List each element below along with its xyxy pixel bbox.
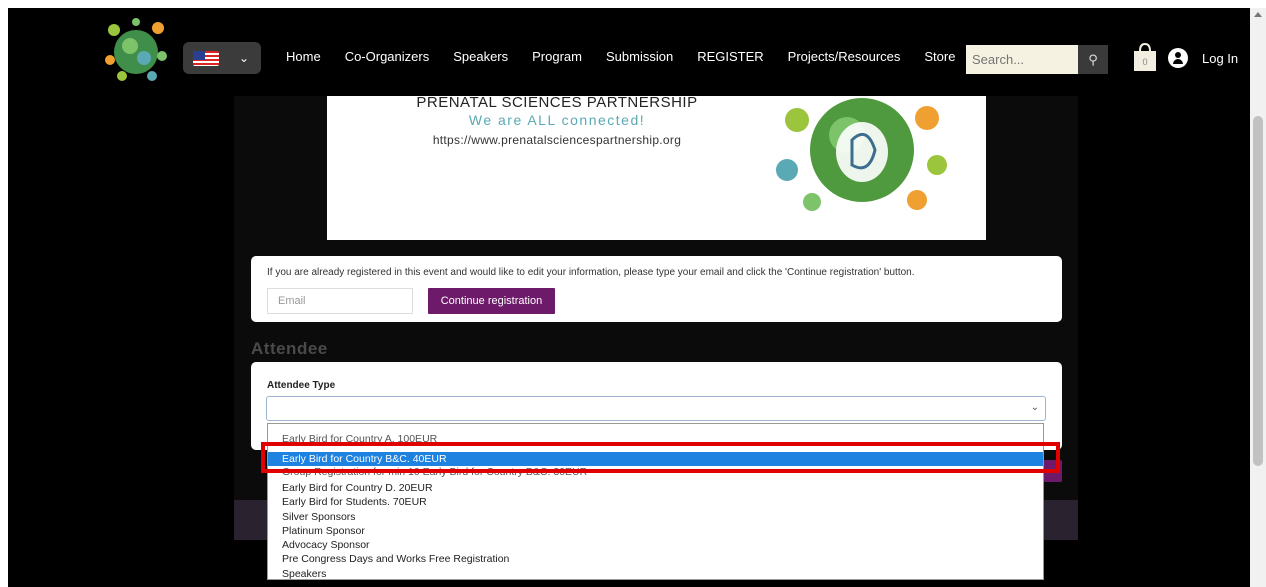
scrollbar-thumb[interactable] xyxy=(1253,116,1263,466)
vertical-scrollbar[interactable] xyxy=(1250,8,1266,587)
dropdown-option[interactable]: Early Bird for Country D. 20EUR xyxy=(268,481,1043,495)
us-flag-icon xyxy=(193,51,219,66)
main-nav: Home Co-Organizers Speakers Program Subm… xyxy=(286,49,979,64)
cart-count: 0 xyxy=(1142,57,1147,67)
login-link[interactable]: Log In xyxy=(1202,51,1238,66)
site-logo-globe-icon[interactable] xyxy=(100,16,172,84)
chevron-down-icon: ⌄ xyxy=(1030,402,1039,413)
dropdown-option[interactable]: Platinum Sponsor xyxy=(268,524,1043,538)
banner-title: PRENATAL SCIENCES PARTNERSHIP xyxy=(416,94,698,111)
banner-tagline: We are ALL connected! xyxy=(468,112,646,128)
scroll-up-arrow-icon[interactable] xyxy=(1254,12,1262,17)
nav-program[interactable]: Program xyxy=(532,49,582,64)
dropdown-option[interactable]: Early Bird for Students. 70EUR xyxy=(268,495,1043,509)
user-avatar-icon[interactable] xyxy=(1168,48,1188,68)
dropdown-option[interactable]: Silver Sponsors xyxy=(268,510,1043,524)
attendee-section-title: Attendee xyxy=(251,339,328,358)
event-banner: PRENATAL SCIENCES PARTNERSHIP We are ALL… xyxy=(327,94,986,240)
search-icon: ⚲ xyxy=(1088,52,1098,67)
registration-notice: If you are already registered in this ev… xyxy=(251,256,1062,322)
globe-illustration-icon xyxy=(776,98,947,211)
email-field[interactable]: Email xyxy=(267,288,413,314)
highlight-box xyxy=(261,442,1060,473)
chevron-down-icon: ⌄ xyxy=(239,51,250,65)
banner-url: https://www.prenatalsciencespartnership.… xyxy=(432,133,682,147)
search-button[interactable]: ⚲ xyxy=(1078,45,1108,74)
attendee-type-select[interactable]: ⌄ xyxy=(266,396,1046,421)
nav-home[interactable]: Home xyxy=(286,49,321,64)
nav-register[interactable]: REGISTER xyxy=(697,49,763,64)
nav-projects-resources[interactable]: Projects/Resources xyxy=(788,49,901,64)
notice-message: If you are already registered in this ev… xyxy=(267,267,915,278)
search-input[interactable] xyxy=(966,45,1078,74)
cart-icon[interactable]: 0 xyxy=(1132,42,1158,72)
language-selector[interactable]: ⌄ xyxy=(183,42,261,74)
attendee-type-label: Attendee Type xyxy=(267,380,336,391)
dropdown-option[interactable]: Speakers xyxy=(268,567,1043,579)
nav-co-organizers[interactable]: Co-Organizers xyxy=(345,49,430,64)
dropdown-option[interactable]: Pre Congress Days and Works Free Registr… xyxy=(268,552,1043,566)
continue-registration-button[interactable]: Continue registration xyxy=(428,288,555,314)
nav-speakers[interactable]: Speakers xyxy=(453,49,508,64)
dropdown-option[interactable]: Advocacy Sponsor xyxy=(268,538,1043,552)
nav-store[interactable]: Store xyxy=(924,49,955,64)
nav-submission[interactable]: Submission xyxy=(606,49,673,64)
